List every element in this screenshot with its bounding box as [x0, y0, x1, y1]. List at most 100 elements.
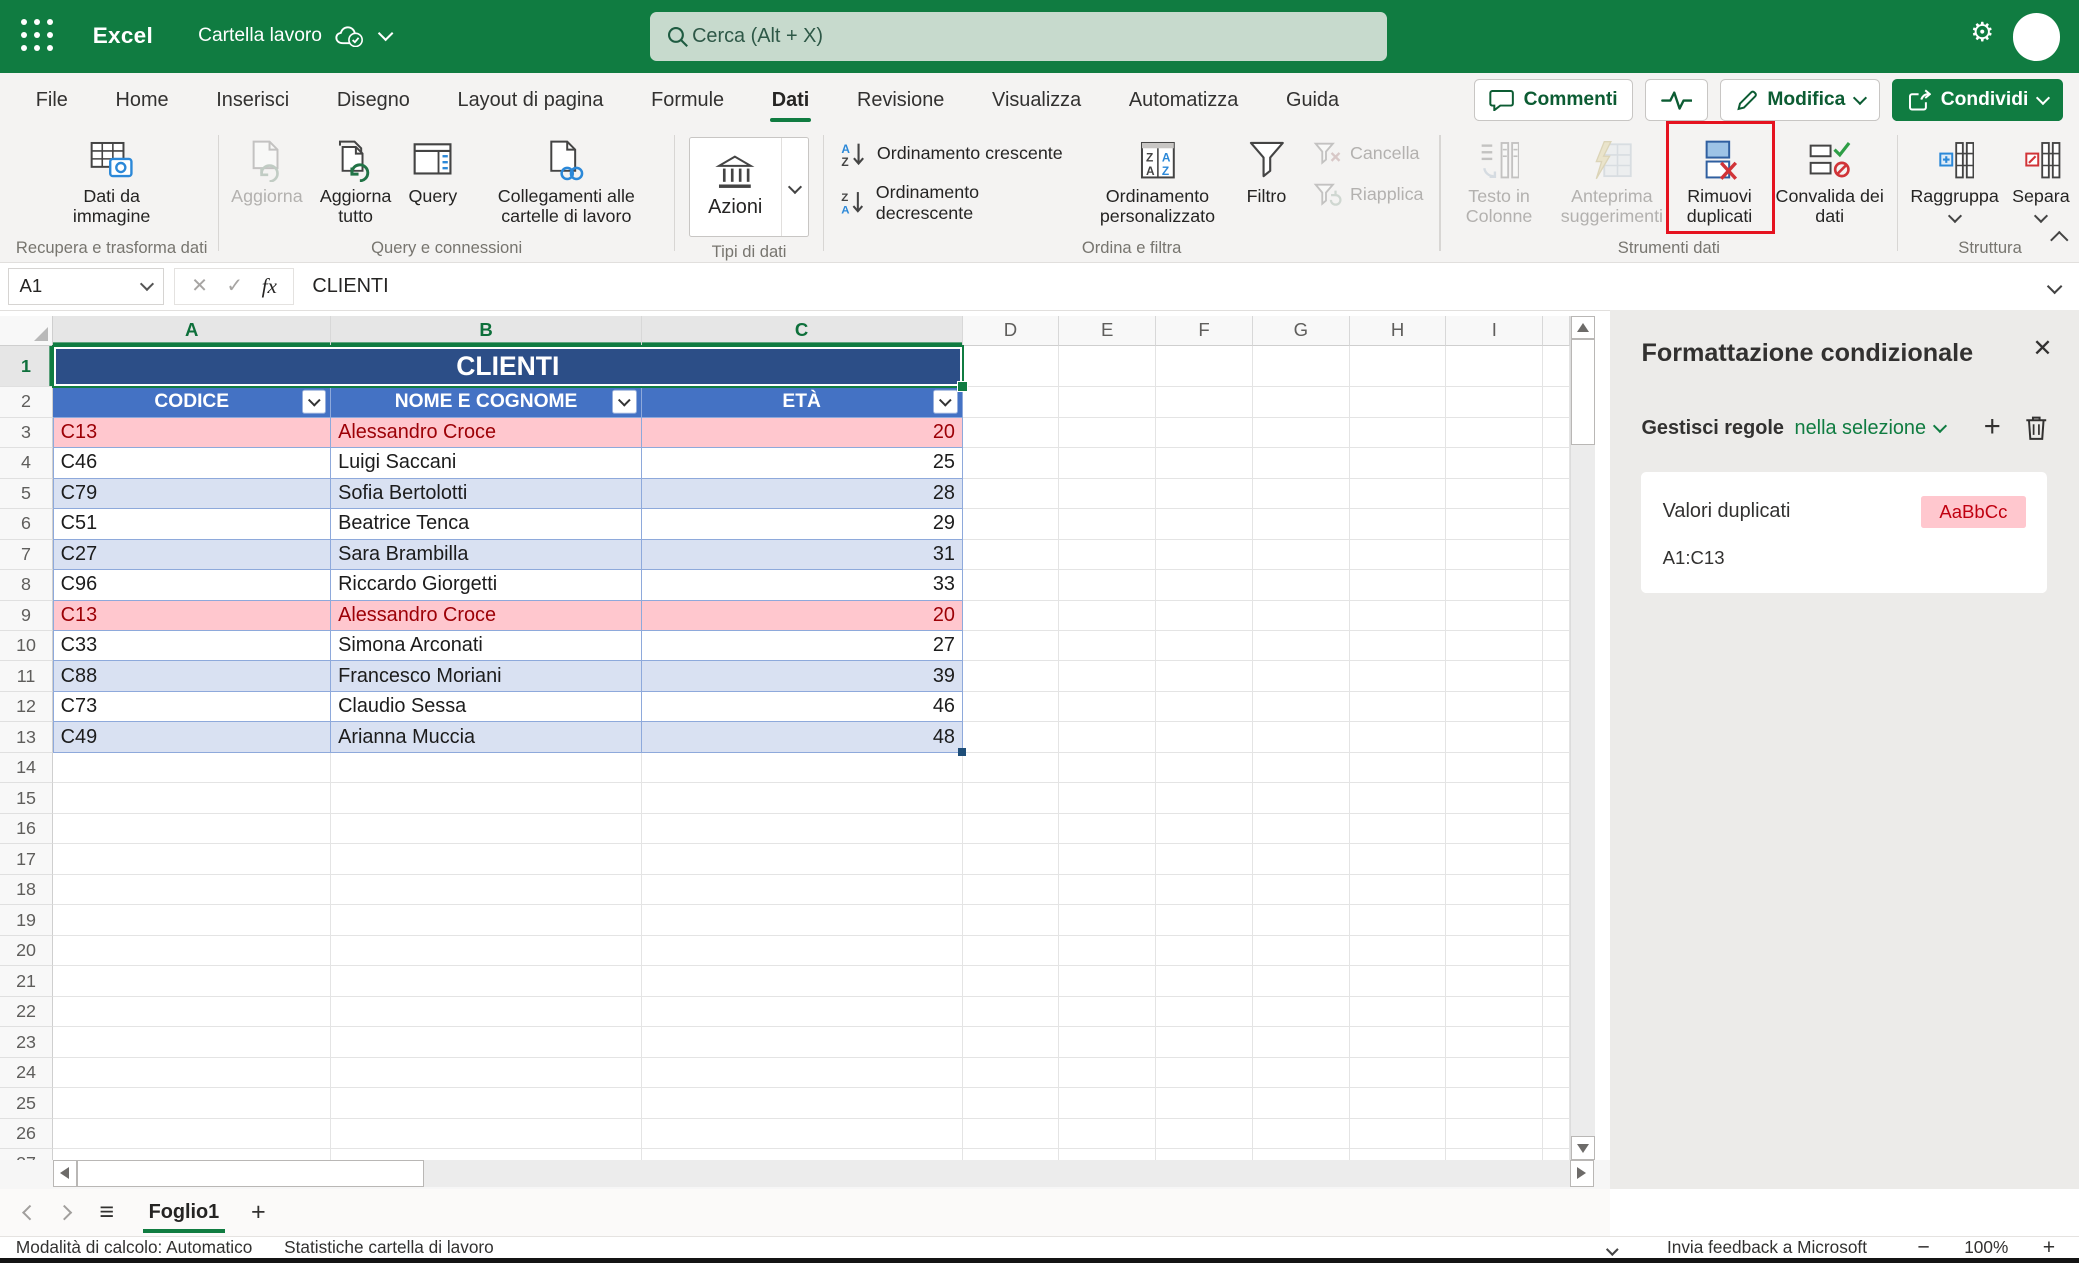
row-header-5[interactable]: 5: [0, 479, 53, 509]
cell[interactable]: [1446, 1058, 1543, 1088]
editing-mode-button[interactable]: Modifica: [1720, 79, 1880, 121]
cell[interactable]: [1156, 418, 1253, 448]
menu-tab-dati[interactable]: Dati: [755, 81, 827, 120]
reapply-filter-button[interactable]: Riapplica: [1305, 179, 1432, 211]
expand-formula-bar-icon[interactable]: [2049, 274, 2060, 298]
row-header-16[interactable]: 16: [0, 814, 53, 844]
cell[interactable]: [1156, 346, 1253, 387]
cell[interactable]: [331, 1027, 641, 1057]
cell[interactable]: [1350, 1149, 1447, 1160]
cell[interactable]: [1156, 601, 1253, 631]
calc-mode-status[interactable]: Modalità di calcolo: Automatico: [0, 1237, 268, 1258]
cell[interactable]: [53, 997, 331, 1027]
table-cell[interactable]: C73: [53, 692, 331, 722]
table-cell[interactable]: 33: [642, 570, 963, 600]
cell[interactable]: [53, 844, 331, 874]
account-avatar[interactable]: [2013, 13, 2061, 61]
vertical-scroll-thumb[interactable]: [1571, 339, 1595, 445]
cell[interactable]: [963, 346, 1060, 387]
cell[interactable]: [1543, 966, 1570, 996]
select-all-corner[interactable]: [0, 316, 53, 346]
cell[interactable]: [1350, 346, 1447, 387]
column-header-h[interactable]: H: [1350, 316, 1447, 346]
cell[interactable]: [1543, 1027, 1570, 1057]
cell[interactable]: [1350, 1058, 1447, 1088]
close-pane-icon[interactable]: ✕: [2032, 337, 2052, 361]
cell[interactable]: [53, 814, 331, 844]
cell[interactable]: [331, 783, 641, 813]
show-changes-button[interactable]: [1645, 79, 1708, 121]
cell[interactable]: [1059, 997, 1156, 1027]
column-header-i[interactable]: I: [1446, 316, 1543, 346]
cell[interactable]: [1156, 1149, 1253, 1160]
table-cell[interactable]: Alessandro Croce: [331, 601, 641, 631]
workbook-links-button[interactable]: Collegamenti alle cartelle di lavoro: [464, 133, 669, 229]
formula-input[interactable]: CLIENTI: [312, 275, 2049, 298]
cell[interactable]: [1253, 601, 1350, 631]
cell[interactable]: [53, 936, 331, 966]
document-menu-chevron-icon[interactable]: [378, 26, 394, 42]
cell[interactable]: [1253, 997, 1350, 1027]
settings-gear-icon[interactable]: ⚙: [1970, 19, 1994, 46]
table-cell[interactable]: 27: [642, 631, 963, 661]
next-sheet-icon[interactable]: [59, 1201, 70, 1225]
custom-sort-button[interactable]: ZAAZ Ordinamento personalizzato: [1084, 133, 1230, 229]
delete-rule-icon[interactable]: [2025, 415, 2048, 440]
table-cell[interactable]: Beatrice Tenca: [331, 509, 641, 539]
table-cell[interactable]: C49: [53, 722, 331, 752]
table-cell[interactable]: C46: [53, 448, 331, 478]
rule-card[interactable]: Valori duplicati AaBbCc A1:C13: [1641, 472, 2047, 593]
cell[interactable]: [642, 814, 963, 844]
horizontal-scrollbar[interactable]: [53, 1160, 1594, 1187]
cell[interactable]: [1253, 631, 1350, 661]
table-header-cell[interactable]: CODICE: [53, 387, 331, 417]
cell[interactable]: [1253, 570, 1350, 600]
cell[interactable]: [963, 448, 1060, 478]
cell[interactable]: [1156, 1088, 1253, 1118]
cell[interactable]: [331, 966, 641, 996]
cell[interactable]: [1446, 509, 1543, 539]
row-header-27[interactable]: 27: [0, 1149, 53, 1160]
cell[interactable]: [1350, 570, 1447, 600]
cell[interactable]: [1543, 1088, 1570, 1118]
data-validation-button[interactable]: Convalida dei dati: [1767, 133, 1891, 229]
cell[interactable]: [1253, 661, 1350, 691]
row-header-23[interactable]: 23: [0, 1027, 53, 1057]
cell[interactable]: [1350, 418, 1447, 448]
row-header-18[interactable]: 18: [0, 875, 53, 905]
table-cell[interactable]: 29: [642, 509, 963, 539]
cell[interactable]: [1059, 722, 1156, 752]
cell[interactable]: [1059, 346, 1156, 387]
zoom-out-button[interactable]: −: [1917, 1236, 1929, 1260]
cell[interactable]: [642, 1058, 963, 1088]
cell[interactable]: [1543, 692, 1570, 722]
cell[interactable]: [1253, 966, 1350, 996]
cell[interactable]: [1350, 509, 1447, 539]
cell[interactable]: [1156, 722, 1253, 752]
menu-tab-inserisci[interactable]: Inserisci: [199, 81, 306, 120]
cell[interactable]: [1059, 1027, 1156, 1057]
remove-duplicates-button[interactable]: Rimuovi duplicati: [1672, 133, 1768, 229]
cell[interactable]: [1446, 936, 1543, 966]
row-header-24[interactable]: 24: [0, 1058, 53, 1088]
cell[interactable]: [963, 997, 1060, 1027]
filter-dropdown-button[interactable]: [933, 390, 958, 415]
table-cell[interactable]: 48: [642, 722, 963, 752]
cell[interactable]: [1253, 418, 1350, 448]
actions-dropdown[interactable]: Azioni: [689, 137, 810, 237]
cell[interactable]: [1350, 1027, 1447, 1057]
cell[interactable]: [1156, 448, 1253, 478]
cell[interactable]: [1446, 753, 1543, 783]
row-header-8[interactable]: 8: [0, 570, 53, 600]
table-cell[interactable]: Sofia Bertolotti: [331, 479, 641, 509]
flash-fill-button[interactable]: Anteprima suggerimenti: [1552, 133, 1671, 229]
menu-tab-formule[interactable]: Formule: [634, 81, 741, 120]
cell[interactable]: [1543, 479, 1570, 509]
cell[interactable]: [331, 936, 641, 966]
menu-tab-home[interactable]: Home: [98, 81, 186, 120]
cell[interactable]: [53, 875, 331, 905]
cell[interactable]: [1253, 783, 1350, 813]
cell[interactable]: [963, 1088, 1060, 1118]
cell[interactable]: [1059, 844, 1156, 874]
cell[interactable]: [963, 844, 1060, 874]
